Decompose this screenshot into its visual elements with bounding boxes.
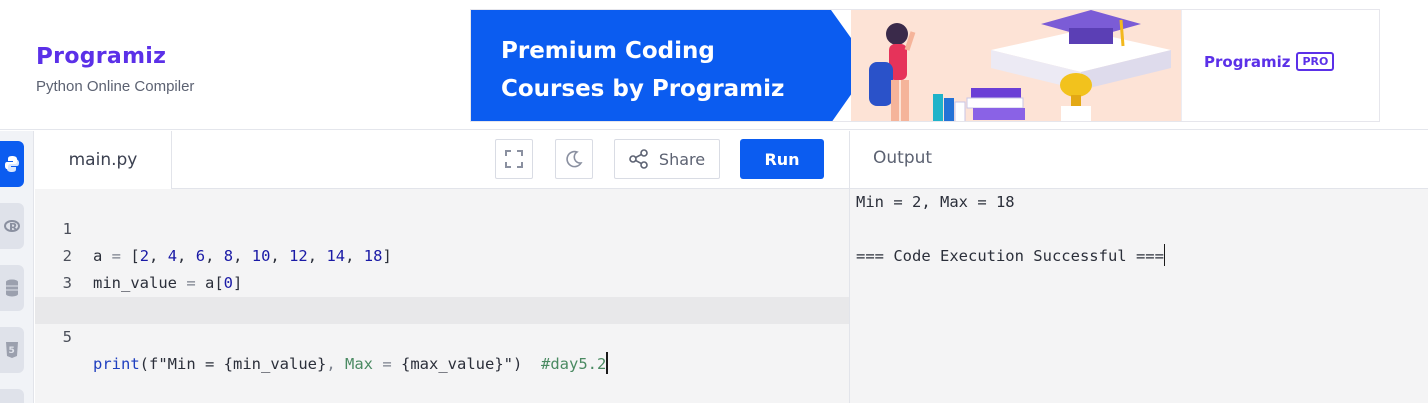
rail-item-r[interactable]: R (0, 203, 24, 249)
banner-pro-panel: P rogramiz PRO (1181, 10, 1379, 121)
svg-text:R: R (9, 221, 18, 234)
code-line[interactable]: 2 min_value = a[0] (35, 216, 849, 292)
output-title: Output (873, 148, 933, 168)
run-button[interactable]: Run (740, 139, 824, 179)
promo-banner[interactable]: Premium Coding Courses by Programiz P ro… (470, 9, 1380, 122)
share-icon (629, 149, 648, 169)
logo-text: rogramiz (53, 44, 167, 69)
share-button[interactable]: Share (614, 139, 720, 179)
banner-title: Premium Coding Courses by Programiz (501, 32, 784, 108)
logo-letter: P (36, 44, 54, 70)
fullscreen-button[interactable] (495, 139, 533, 179)
programiz-logo[interactable]: P rogramiz (36, 30, 166, 70)
rail-item-sql[interactable] (0, 265, 24, 311)
output-status-text: === Code Execution Successful === (856, 247, 1164, 265)
code-text: print(f"Min = {min_value}, Max = {max_va… (93, 351, 608, 378)
language-rail: R 5 (0, 131, 34, 403)
moon-icon (566, 150, 583, 168)
code-line-active[interactable]: 5 print(f"Min = {min_value}, Max = {max_… (35, 297, 849, 374)
compiler-page: P rogramiz Python Online Compiler Premiu… (0, 0, 1428, 403)
editor-toolbar: main.py Share Run (35, 131, 849, 189)
page-subtitle: Python Online Compiler (36, 78, 195, 95)
output-console[interactable]: Min = 2, Max = 18 === Code Execution Suc… (850, 189, 1428, 403)
output-header: Output (850, 131, 1428, 189)
text-cursor (606, 352, 608, 374)
output-line-status: === Code Execution Successful === (856, 243, 1166, 270)
pro-badge: PRO (1296, 52, 1335, 71)
svg-text:5: 5 (9, 346, 15, 356)
ad-logo-text: rogramiz (1215, 52, 1291, 71)
code-line[interactable]: 1 a = [2, 4, 6, 8, 10, 12, 14, 18] (35, 189, 849, 265)
theme-toggle-button[interactable] (555, 139, 593, 179)
rail-item-more[interactable] (0, 389, 24, 403)
programiz-pro-logo: P rogramiz PRO (1204, 52, 1335, 71)
site-header: P rogramiz Python Online Compiler Premiu… (0, 0, 1428, 130)
r-icon: R (4, 220, 20, 234)
output-line: Min = 2, Max = 18 (856, 193, 1015, 211)
code-editor[interactable]: 1 a = [2, 4, 6, 8, 10, 12, 14, 18] 2 min… (35, 189, 849, 403)
share-label: Share (658, 149, 706, 169)
banner-title-line1: Premium Coding (501, 38, 715, 64)
line-number: 5 (62, 328, 72, 346)
tab-main-py[interactable]: main.py (35, 131, 172, 189)
python-icon (5, 156, 19, 172)
banner-title-line2: Courses by Programiz (501, 76, 785, 102)
rail-item-python[interactable] (0, 141, 24, 187)
student-illustration-icon (869, 10, 1171, 121)
code-line[interactable]: 3 max_value = a[-1] (35, 243, 849, 319)
banner-illustration (851, 10, 1181, 121)
database-icon (6, 279, 18, 297)
ad-logo-letter: P (1204, 52, 1215, 71)
rail-item-html[interactable]: 5 (0, 327, 24, 373)
output-cursor (1163, 244, 1166, 266)
html5-icon: 5 (6, 342, 18, 358)
fullscreen-icon (505, 150, 523, 168)
code-line[interactable]: 4 (35, 270, 849, 319)
